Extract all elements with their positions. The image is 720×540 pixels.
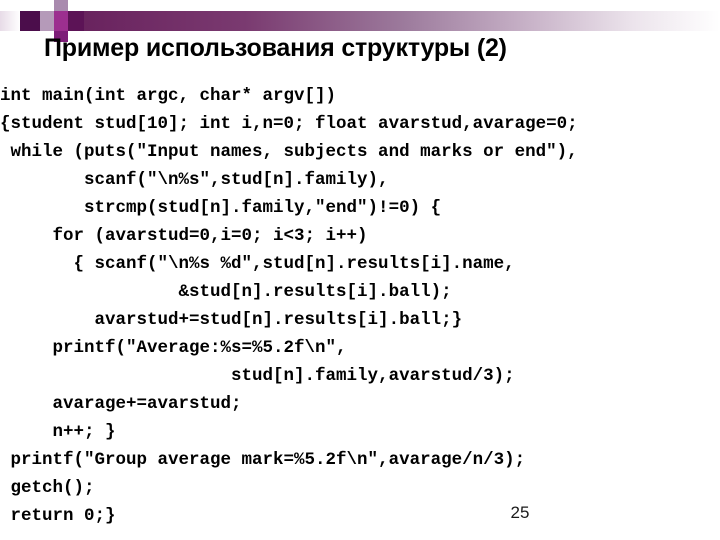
code-line: strcmp(stud[n].family,"end")!=0) { <box>0 198 442 218</box>
code-line: while (puts("Input names, subjects and m… <box>0 142 578 162</box>
slide-canvas: Пример использования структуры (2) int m… <box>0 0 720 540</box>
code-line: { scanf("\n%s %d",stud[n].results[i].nam… <box>0 254 515 274</box>
code-line: for (avarstud=0,i=0; i<3; i++) <box>0 226 368 246</box>
code-block: int main(int argc, char* argv[]) {studen… <box>0 82 720 530</box>
code-line: avarage+=avarstud; <box>0 394 242 414</box>
code-line: &stud[n].results[i].ball); <box>0 282 452 302</box>
decor-square-gap <box>20 31 40 42</box>
code-line: n++; } <box>0 422 116 442</box>
page-title: Пример использования структуры (2) <box>44 34 507 62</box>
code-line: getch(); <box>0 478 95 498</box>
code-line: scanf("\n%s",stud[n].family), <box>0 170 389 190</box>
code-line: stud[n].family,avarstud/3); <box>0 366 515 386</box>
code-line: {student stud[10]; int i,n=0; float avar… <box>0 114 578 134</box>
decor-square-lilac <box>40 11 54 31</box>
code-line: avarstud+=stud[n].results[i].ball;} <box>0 310 463 330</box>
decor-square-top-lilac <box>54 0 68 11</box>
decor-square-magenta <box>54 11 68 31</box>
decor-square-deep <box>68 11 84 31</box>
header-gradient-bar <box>0 11 720 31</box>
code-line: return 0;} <box>0 506 116 526</box>
code-line: printf("Average:%s=%5.2f\n", <box>0 338 347 358</box>
code-line: int main(int argc, char* argv[]) <box>0 86 337 106</box>
slide-page-number: 25 <box>510 503 530 522</box>
decor-square-dark <box>20 11 40 31</box>
code-line: printf("Group average mark=%5.2f\n",avar… <box>0 450 526 470</box>
decor-square-fade <box>0 11 20 31</box>
